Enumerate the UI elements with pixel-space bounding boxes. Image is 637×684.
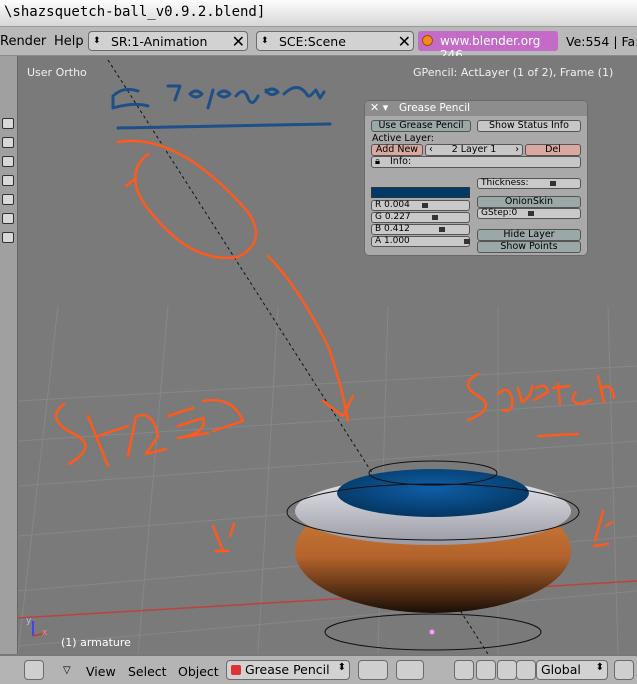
scale-manipulator-icon[interactable] <box>516 660 536 680</box>
color-a-label: A 1.000 <box>375 236 410 246</box>
grease-pencil-panel: ✕ ▾ Grease Pencil Use Grease Pencil Show… <box>364 100 588 256</box>
camera-icon[interactable] <box>2 118 14 129</box>
view-label: User Ortho <box>27 66 87 79</box>
axis-x-label: x <box>42 628 48 638</box>
menubar: Render Help ⬍ SR:1-Animation ✕ ⬍ SCE:Sce… <box>0 27 637 62</box>
menu-view[interactable]: View <box>86 664 116 679</box>
updown-arrows-icon: ⬍ <box>93 36 101 46</box>
updown-arrows-icon: ⬍ <box>261 36 269 46</box>
onion-skin-toggle[interactable]: OnionSkin <box>477 196 581 208</box>
blender-logo-icon <box>422 35 433 46</box>
slider-knob[interactable] <box>422 203 429 208</box>
close-icon[interactable]: ✕ <box>398 32 411 51</box>
updown-arrows-icon: ⬍ <box>595 662 604 673</box>
delete-layer-button[interactable]: Del <box>525 144 581 156</box>
orientation-selector[interactable]: Global ⬍ <box>536 660 608 680</box>
gpencil-status: GPencil: ActLayer (1 of 2), Frame (1) <box>413 66 614 79</box>
editor-type-icon[interactable] <box>24 660 44 680</box>
color-g-slider[interactable]: G 0.227 <box>371 212 470 223</box>
viewport-grid <box>18 305 637 654</box>
hide-layer-toggle[interactable]: Hide Layer <box>477 229 581 241</box>
panel-header[interactable]: ✕ ▾ Grease Pencil <box>365 101 587 116</box>
add-new-button[interactable]: Add New <box>371 144 423 156</box>
screen-selector-label: SR:1-Animation <box>111 34 208 49</box>
layer-color-swatch[interactable] <box>371 187 470 198</box>
axis-y-label: y <box>26 616 32 626</box>
scene-selector-label: SCE:Scene <box>279 34 346 49</box>
mode-selector[interactable]: Grease Pencil ⬍ <box>226 660 350 680</box>
color-g-label: G 0.227 <box>375 212 411 222</box>
chevron-right-icon[interactable]: › <box>515 145 519 155</box>
show-status-info-toggle[interactable]: Show Status Info <box>477 120 581 132</box>
slider-knob[interactable] <box>439 227 446 232</box>
left-toolstrip <box>0 56 18 654</box>
color-r-slider[interactable]: R 0.004 <box>371 200 470 211</box>
slider-knob[interactable] <box>528 211 534 216</box>
chevron-left-icon[interactable]: ‹ <box>429 145 433 155</box>
slider-knob[interactable] <box>550 181 556 186</box>
menu-help[interactable]: Help <box>54 34 84 49</box>
color-b-label: B 0.412 <box>375 224 410 234</box>
gstep-label: GStep:0 <box>481 208 518 218</box>
orientation-label: Global <box>541 662 581 677</box>
camera-icon[interactable] <box>2 194 14 205</box>
menu-object[interactable]: Object <box>178 664 219 679</box>
camera-icon[interactable] <box>2 137 14 148</box>
camera-icon[interactable] <box>2 232 14 243</box>
window-titlebar: \shazsquetch-ball_v0.9.2.blend] <box>0 0 637 27</box>
translate-manipulator-icon[interactable] <box>476 660 496 680</box>
web-link[interactable]: www.blender.org 246 <box>418 31 558 62</box>
window-title: \shazsquetch-ball_v0.9.2.blend] <box>4 4 266 20</box>
scene-selector[interactable]: ⬍ SCE:Scene ✕ <box>256 31 414 51</box>
close-icon[interactable]: ✕ <box>232 32 245 51</box>
panel-title: Grease Pencil <box>399 102 471 114</box>
info-label: Info: <box>390 156 412 167</box>
camera-icon[interactable] <box>2 156 14 167</box>
layer-name: 2 Layer 1 <box>451 144 497 155</box>
use-grease-pencil-toggle[interactable]: Use Grease Pencil <box>371 120 471 132</box>
object-label: (1) armature <box>61 636 131 649</box>
mode-label: Grease Pencil <box>245 662 330 677</box>
layers-icon[interactable] <box>614 660 634 680</box>
screen-selector[interactable]: ⬍ SR:1-Animation ✕ <box>88 31 248 51</box>
show-points-toggle[interactable]: Show Points <box>477 241 581 253</box>
layer-info-field[interactable]: 🔒︎ Info: <box>371 156 581 168</box>
slider-knob[interactable] <box>431 215 438 220</box>
camera-icon[interactable] <box>2 213 14 224</box>
gstep-slider[interactable]: GStep:0 <box>477 208 581 219</box>
thickness-slider[interactable]: Thickness: <box>477 178 581 189</box>
mode-icon <box>231 665 241 675</box>
viewport-header: ▽ View Select Object Grease Pencil ⬍ Glo… <box>0 655 637 684</box>
close-icon[interactable]: ✕ ▾ <box>370 101 388 114</box>
color-a-slider[interactable]: A 1.000 <box>371 236 470 247</box>
thickness-label: Thickness: <box>481 178 529 188</box>
menu-render[interactable]: Render <box>0 34 46 49</box>
shading-selector[interactable] <box>358 660 388 680</box>
color-b-slider[interactable]: B 0.412 <box>371 224 470 235</box>
updown-arrows-icon: ⬍ <box>337 662 346 673</box>
manipulator-toggle-icon[interactable] <box>454 660 474 680</box>
rotate-manipulator-icon[interactable] <box>497 660 517 680</box>
color-r-label: R 0.004 <box>375 200 410 210</box>
menu-select[interactable]: Select <box>128 664 167 679</box>
slider-knob[interactable] <box>464 239 470 244</box>
active-layer-label: Active Layer: <box>372 133 434 144</box>
lock-icon[interactable]: 🔒︎ <box>375 157 380 167</box>
scene-stats: Ve:554 | Fa: <box>566 34 637 49</box>
layer-selector[interactable]: ‹ 2 Layer 1 › <box>425 144 523 156</box>
squash-ball-mesh[interactable] <box>286 460 580 651</box>
camera-icon[interactable] <box>2 175 14 186</box>
pivot-selector[interactable] <box>396 660 424 680</box>
triangle-down-icon[interactable]: ▽ <box>63 665 71 676</box>
